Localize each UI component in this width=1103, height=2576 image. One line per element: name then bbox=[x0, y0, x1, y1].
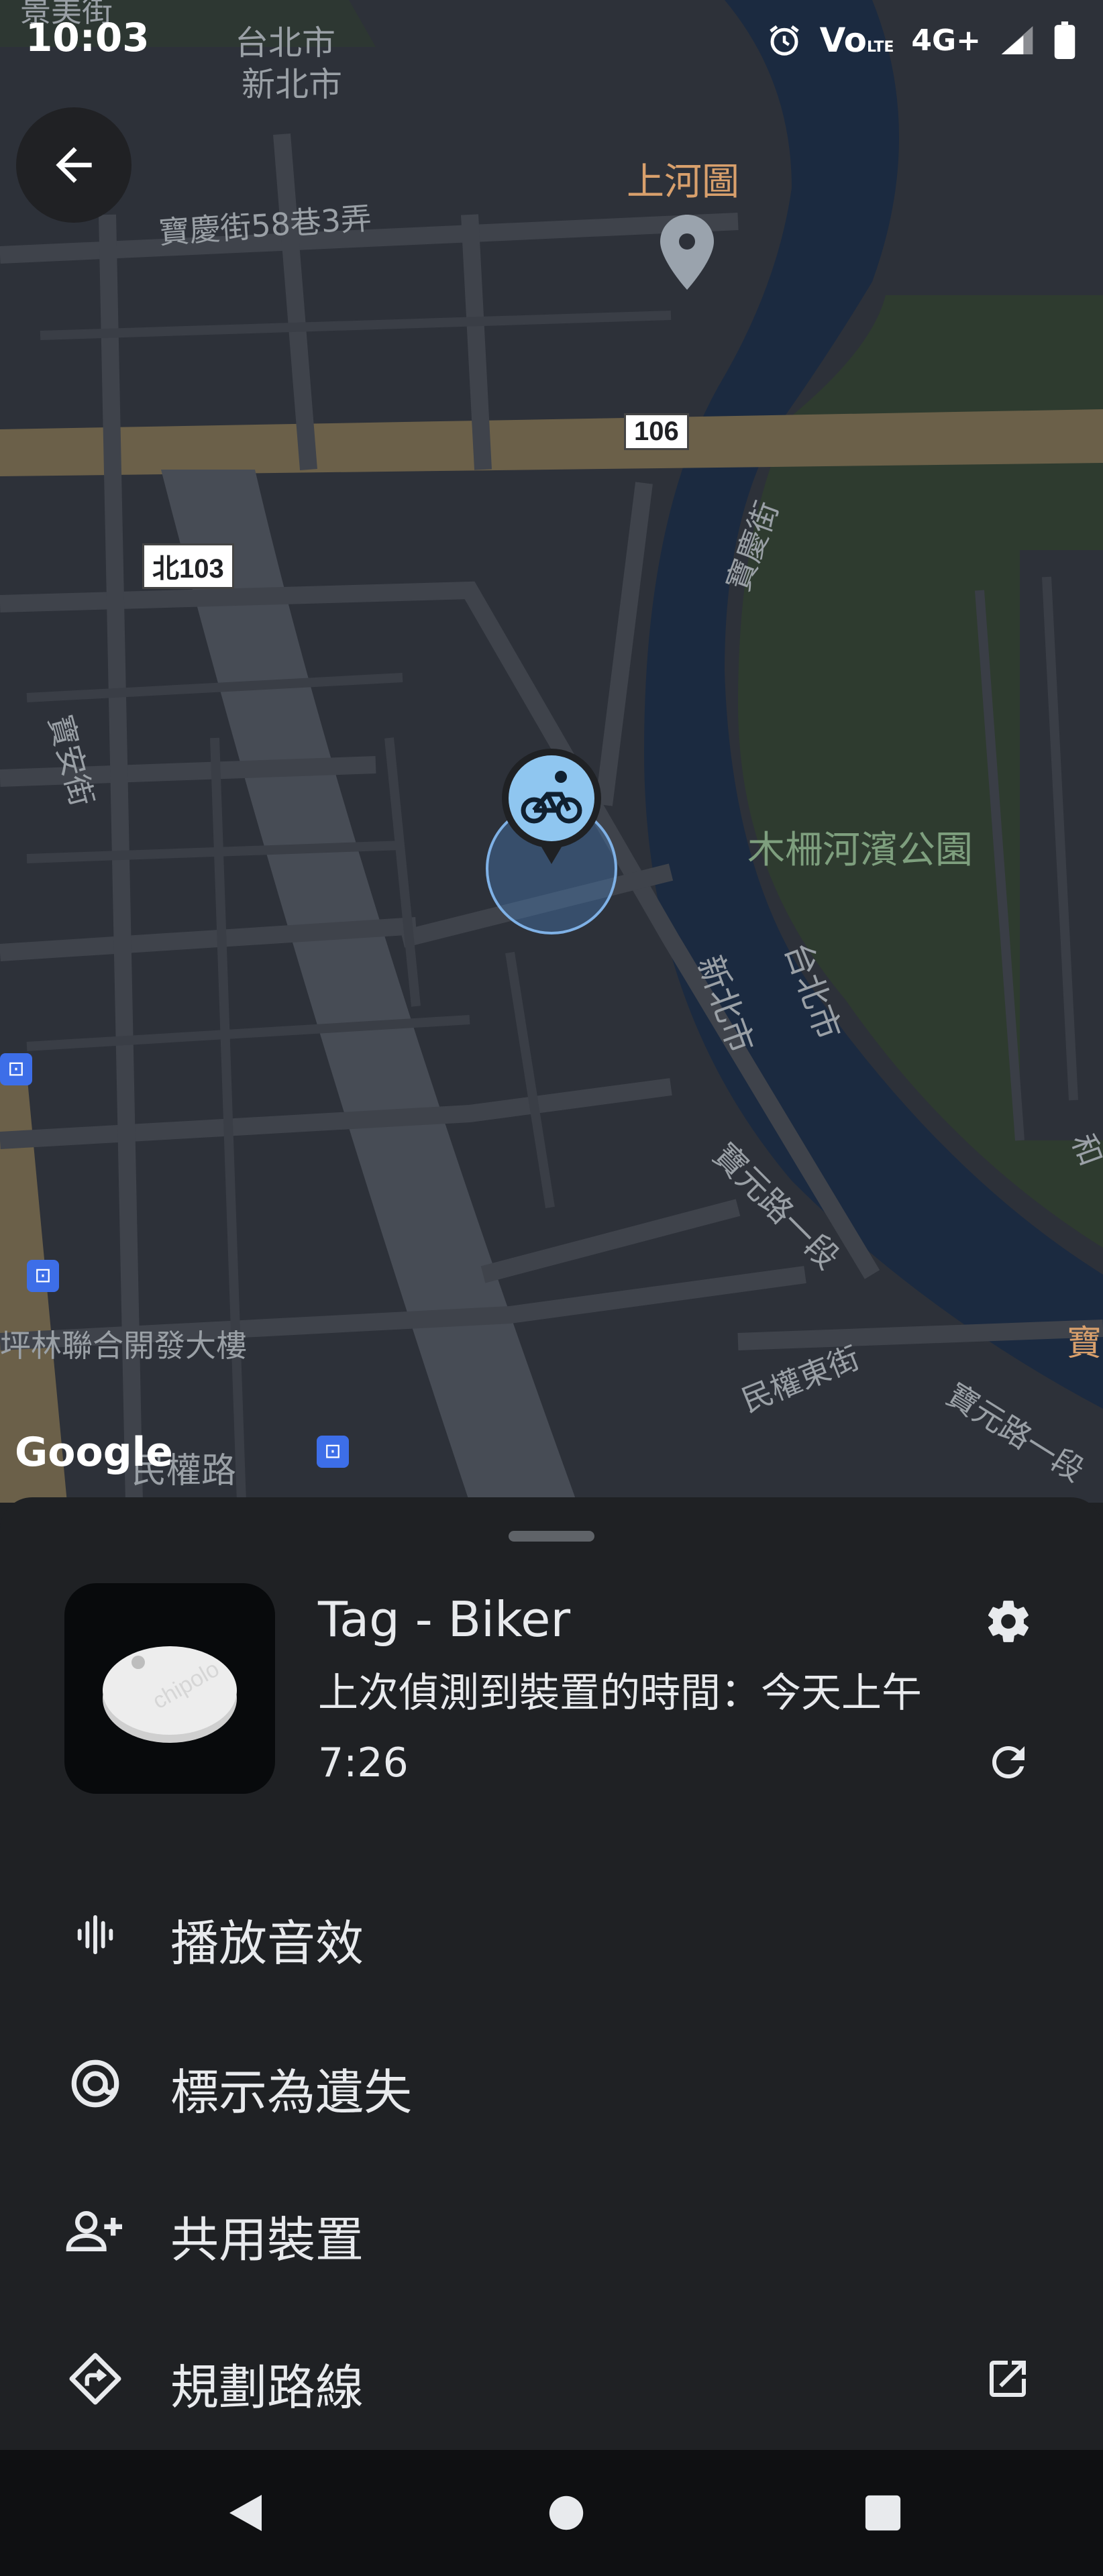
at-sign-icon bbox=[71, 2059, 119, 2108]
bus-stop-icon[interactable]: ⊡ bbox=[317, 1436, 349, 1468]
refresh-icon bbox=[992, 1746, 1025, 1778]
play-sound-item[interactable]: 播放音效 bbox=[0, 1862, 1103, 1996]
get-directions-label: 規劃路線 bbox=[170, 2359, 364, 2416]
bus-stop-icon[interactable]: ⊡ bbox=[27, 1260, 59, 1292]
drag-handle[interactable] bbox=[509, 1531, 594, 1542]
bicycle-icon bbox=[502, 749, 601, 864]
share-device-item[interactable]: 共用裝置 bbox=[0, 2159, 1103, 2293]
system-nav-bar bbox=[0, 2450, 1103, 2576]
back-button[interactable] bbox=[16, 107, 132, 223]
get-directions-item[interactable]: 規劃路線 bbox=[0, 2306, 1103, 2440]
map-view[interactable]: 景美街 台北市 新北市 上河圖 寶慶街58巷3弄 106 北103 寶慶街 寶安… bbox=[0, 0, 1103, 1503]
bus-stop-icon[interactable]: ⊡ bbox=[0, 1053, 32, 1085]
nav-home-button[interactable] bbox=[533, 2479, 600, 2546]
nav-recents-button[interactable] bbox=[849, 2479, 916, 2546]
poi-label[interactable]: 上河圖 bbox=[627, 152, 739, 206]
status-time: 10:03 bbox=[25, 15, 150, 60]
nav-back-icon bbox=[229, 2495, 262, 2531]
nav-back-button[interactable] bbox=[212, 2479, 279, 2546]
directions-icon bbox=[69, 2353, 121, 2405]
device-name: Tag - Biker bbox=[318, 1591, 571, 1648]
alarm-icon bbox=[769, 25, 799, 56]
route-shield: 106 bbox=[624, 413, 689, 450]
share-device-label: 共用裝置 bbox=[170, 2212, 364, 2268]
route-shield: 北103 bbox=[142, 543, 234, 589]
battery-icon bbox=[1054, 21, 1075, 59]
volte-indicator: VoLTE bbox=[819, 21, 894, 60]
add-person-icon bbox=[66, 2211, 122, 2251]
network-type: 4G+ bbox=[911, 23, 981, 58]
play-sound-label: 播放音效 bbox=[170, 1915, 364, 1972]
status-icons: VoLTE 4G+ bbox=[766, 20, 1076, 60]
nav-home-icon bbox=[549, 2496, 584, 2530]
signal-icon bbox=[1001, 26, 1033, 54]
map-label: 坪林聯合開發大樓 bbox=[0, 1328, 247, 1364]
device-sheet: chipolo Tag - Biker 上次偵測到裝置的時間：今天上午7:26 … bbox=[0, 1497, 1103, 2450]
map-label: 寶 bbox=[1067, 1324, 1102, 1364]
mark-lost-item[interactable]: 標示為遺失 bbox=[0, 2011, 1103, 2145]
arrow-left-icon bbox=[56, 147, 92, 183]
google-logo: Google bbox=[15, 1429, 173, 1476]
mark-lost-label: 標示為遺失 bbox=[170, 2064, 413, 2121]
nav-recents-icon bbox=[865, 2495, 901, 2531]
open-external-icon bbox=[990, 2361, 1026, 2397]
refresh-button[interactable] bbox=[978, 1732, 1039, 1792]
sound-wave-icon bbox=[77, 1915, 113, 1955]
settings-button[interactable] bbox=[978, 1591, 1039, 1652]
status-bar: 10:03 VoLTE 4G+ bbox=[0, 0, 1103, 80]
device-last-seen: 上次偵測到裝置的時間：今天上午7:26 bbox=[318, 1670, 922, 1786]
device-marker[interactable] bbox=[498, 747, 605, 868]
gear-icon bbox=[988, 1601, 1029, 1642]
park-label: 木柵河濱公園 bbox=[747, 828, 973, 872]
device-thumbnail: chipolo bbox=[64, 1583, 275, 1794]
